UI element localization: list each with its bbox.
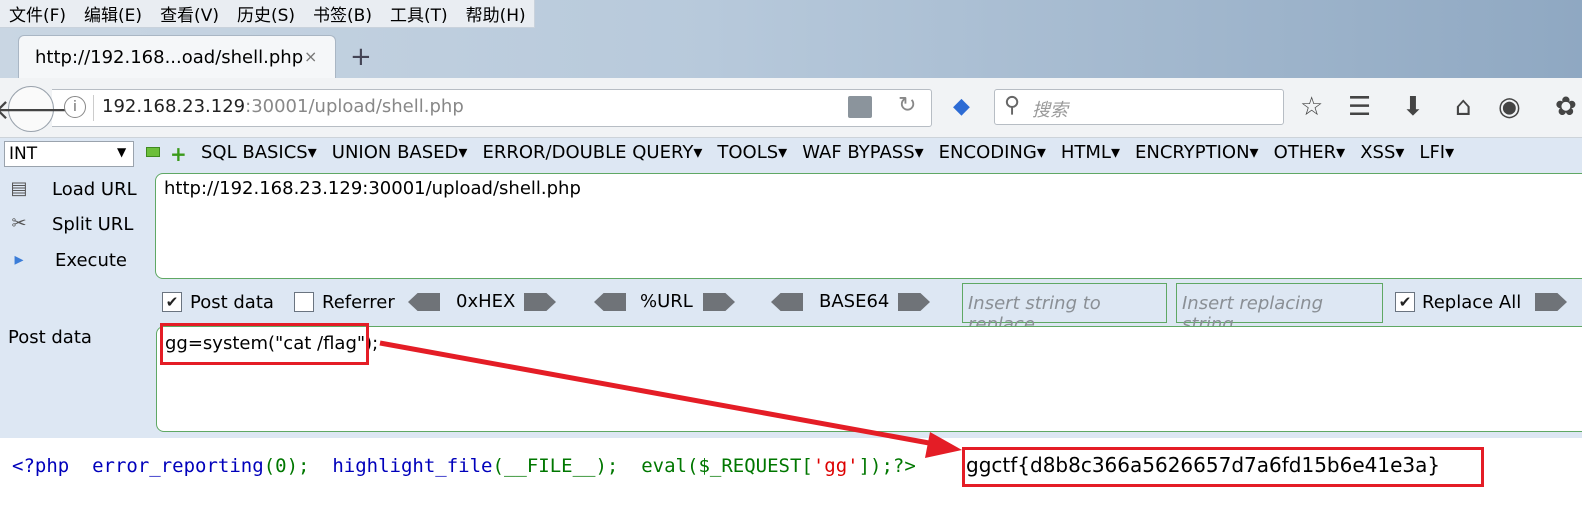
- code-highlight-file: highlight_file: [332, 455, 493, 477]
- code-eval-args-b: ]);?>: [858, 455, 916, 477]
- flag-output: ggctf{d8b8c366a5626657d7a6fd15b6e41e3a}: [966, 453, 1441, 477]
- php-source-line: <?php error_reporting(0); highlight_file…: [12, 455, 916, 477]
- code-eval-args-a: ($_REQUEST[: [687, 455, 813, 477]
- code-eval-key: 'gg': [812, 455, 859, 477]
- php-open-tag: <?php: [12, 455, 70, 477]
- code-highlight-file-args: (__FILE__);: [492, 455, 619, 477]
- code-error-reporting: error_reporting: [92, 455, 264, 477]
- code-eval: eval: [641, 455, 687, 477]
- annotation-arrow-icon: [379, 340, 962, 458]
- code-error-reporting-args: (0);: [263, 455, 310, 477]
